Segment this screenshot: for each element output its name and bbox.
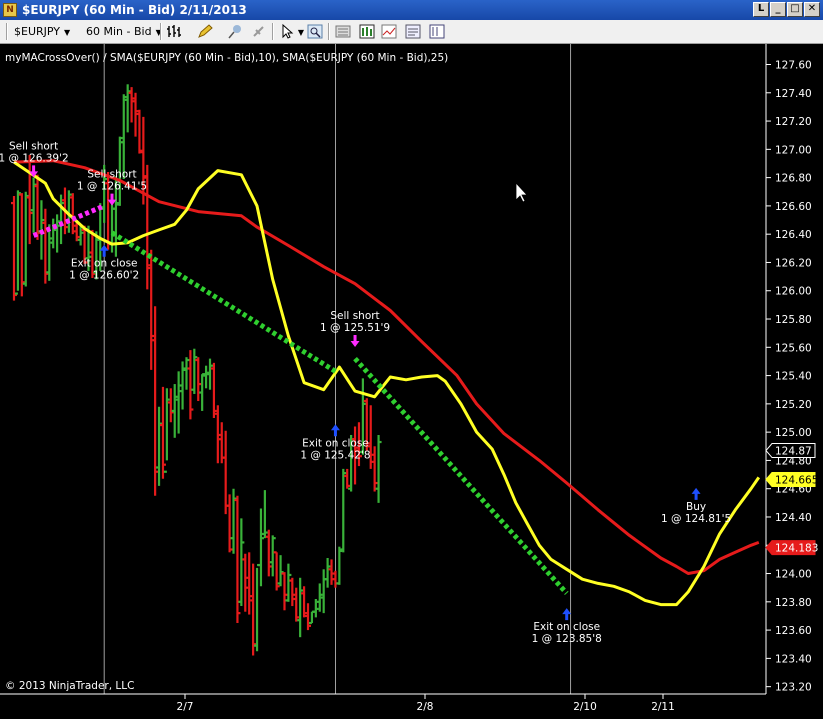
indicator-description: myMACrossOver() / SMA($EURJPY (60 Min - …	[5, 52, 448, 64]
y-tick-label: 126.80	[775, 173, 812, 185]
y-tick-label: 127.40	[775, 88, 812, 100]
price-badge: 124.665	[765, 472, 818, 488]
period-label: 60 Min - Bid	[86, 25, 152, 38]
instrument-label: $EURJPY	[14, 25, 60, 38]
y-tick-label: 125.60	[775, 342, 812, 354]
y-tick-label: 123.60	[775, 625, 812, 637]
annotation-label: Sell short	[87, 169, 136, 181]
restore-button[interactable]: L	[753, 2, 769, 17]
price-badge-label: 124.665	[775, 475, 818, 487]
price-chart[interactable]: Sell short1 @ 126.39'2Sell short1 @ 126.…	[0, 44, 823, 719]
annotation-price: 1 @ 126.60'2	[69, 270, 139, 282]
annotation-label: Exit on close	[302, 437, 369, 449]
pin-icon[interactable]	[226, 23, 244, 40]
price-badge-label: 124.183	[775, 543, 818, 555]
annotation-label: Exit on close	[533, 621, 600, 633]
annotation-label: Sell short	[330, 310, 379, 322]
toolbar-separator	[272, 23, 274, 40]
y-tick-label: 125.20	[775, 399, 812, 411]
bar-type-icon[interactable]	[166, 23, 184, 40]
price-badge: 124.87	[765, 443, 816, 459]
annotation-price: 1 @ 123.85'8	[532, 633, 602, 645]
y-tick-label: 124.40	[775, 512, 812, 524]
y-tick-label: 123.80	[775, 597, 812, 609]
minimize-button[interactable]: _	[770, 2, 786, 17]
toolbar-separator	[328, 23, 330, 40]
toolbar-separator	[160, 23, 162, 40]
chart-toolbar: $EURJPY ▼ 60 Min - Bid ▼ ▼	[0, 20, 823, 44]
y-tick-label: 127.20	[775, 116, 812, 128]
y-tick-label: 123.20	[775, 682, 812, 694]
drawing-pencil-icon[interactable]	[196, 23, 214, 40]
copyright-text: © 2013 NinjaTrader, LLC	[5, 680, 134, 692]
x-tick-label: 2/7	[177, 701, 194, 713]
period-selector[interactable]: 60 Min - Bid ▼	[86, 23, 162, 40]
price-badge: 124.183	[765, 540, 818, 556]
y-tick-label: 127.00	[775, 144, 812, 156]
properties-icon[interactable]	[358, 23, 376, 40]
annotation-label: Sell short	[9, 140, 58, 152]
price-badge-label: 124.87	[775, 446, 812, 458]
toolbar-grip	[6, 23, 8, 40]
instrument-selector[interactable]: $EURJPY ▼	[14, 23, 70, 40]
annotation-price: 1 @ 125.51'9	[320, 322, 390, 334]
y-tick-label: 125.40	[775, 371, 812, 383]
strategy-icon[interactable]	[334, 23, 352, 40]
close-button[interactable]: ✕	[804, 2, 820, 17]
y-tick-label: 127.60	[775, 60, 812, 72]
annotation-label: Buy	[686, 501, 706, 513]
x-tick-label: 2/11	[651, 701, 675, 713]
x-tick-label: 2/8	[417, 701, 434, 713]
window-title: $EURJPY (60 Min - Bid) 2/11/2013	[22, 3, 247, 17]
chevron-down-icon: ▼	[64, 28, 71, 37]
indicators-icon[interactable]	[428, 23, 446, 40]
annotation-label: Exit on close	[71, 258, 138, 270]
y-tick-label: 124.00	[775, 569, 812, 581]
y-tick-label: 126.20	[775, 257, 812, 269]
y-tick-label: 125.00	[775, 427, 812, 439]
annotation-price: 1 @ 124.81'5	[661, 513, 731, 525]
y-tick-label: 123.40	[775, 653, 812, 665]
y-tick-label: 126.60	[775, 201, 812, 213]
annotation-price: 1 @ 126.41'5	[77, 181, 147, 193]
data-box-icon[interactable]	[404, 23, 422, 40]
magnet-icon[interactable]	[250, 23, 268, 40]
ninjatrader-chart-icon: N	[3, 3, 17, 17]
annotation-price: 1 @ 126.39'2	[0, 152, 69, 164]
annotation-price: 1 @ 125.42'8	[300, 449, 370, 461]
y-tick-label: 126.00	[775, 286, 812, 298]
chart-trader-icon[interactable]	[380, 23, 398, 40]
zoom-icon[interactable]	[306, 23, 324, 40]
x-tick-label: 2/10	[573, 701, 597, 713]
y-tick-label: 126.40	[775, 229, 812, 241]
maximize-button[interactable]: □	[787, 2, 803, 17]
window-titlebar: N $EURJPY (60 Min - Bid) 2/11/2013 L _ □…	[0, 0, 823, 20]
y-tick-label: 125.80	[775, 314, 812, 326]
